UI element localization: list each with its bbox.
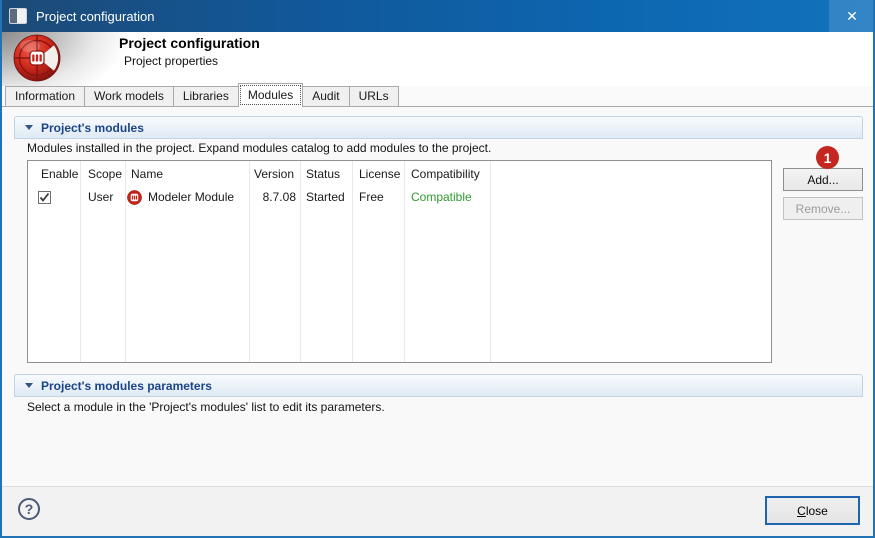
parameters-section-title: Project's modules parameters (41, 378, 212, 393)
parameters-section-description: Select a module in the 'Project's module… (27, 400, 385, 414)
collapse-arrow-icon (25, 383, 33, 388)
column-header-enable[interactable]: Enable (28, 167, 80, 181)
tab-audit[interactable]: Audit (302, 86, 350, 106)
cell-license: Free (359, 190, 384, 204)
cell-version: 8.7.08 (262, 190, 296, 204)
annotation-badge-1: 1 (816, 146, 839, 169)
close-button-mnemonic: C (797, 503, 806, 518)
column-header-version[interactable]: Version (250, 167, 301, 181)
column-header-compatibility[interactable]: Compatibility (405, 167, 491, 181)
dialog-footer: ? Close (2, 486, 873, 536)
page-title: Project configuration (119, 35, 260, 51)
window-title: Project configuration (36, 8, 155, 24)
column-header-license[interactable]: License (353, 167, 405, 181)
tab-urls[interactable]: URLs (348, 86, 399, 106)
table-header-row: Enable Scope Name Version Status License… (28, 161, 771, 186)
project-configuration-dialog: Project configuration ✕ Project configur… (0, 0, 875, 538)
column-header-name[interactable]: Name (125, 167, 250, 181)
cell-status: Started (306, 190, 345, 204)
tab-libraries[interactable]: Libraries (172, 86, 239, 106)
cell-compatibility: Compatible (411, 190, 472, 204)
column-header-status[interactable]: Status (301, 167, 353, 181)
column-header-scope[interactable]: Scope (80, 167, 125, 181)
close-icon[interactable]: ✕ (829, 0, 873, 32)
app-window-icon (9, 8, 27, 24)
close-button[interactable]: Close (765, 496, 860, 525)
table-row-modeler-module[interactable]: User Modeler Module 8.7.08 Started Free … (28, 186, 771, 208)
tab-modules[interactable]: Modules (237, 83, 304, 107)
modules-section-header[interactable]: Project's modules (14, 116, 863, 139)
modules-table[interactable]: Enable Scope Name Version Status License… (27, 160, 772, 363)
module-icon (127, 189, 142, 205)
tab-information[interactable]: Information (5, 86, 86, 106)
tab-content-modules: Project's modules Modules installed in t… (2, 107, 873, 487)
collapse-arrow-icon (25, 125, 33, 130)
modules-section-description: Modules installed in the project. Expand… (27, 141, 492, 155)
dialog-header: Project configuration Project properties (2, 32, 873, 86)
modelio-logo-icon (13, 34, 61, 82)
modules-section-title: Project's modules (41, 120, 144, 135)
cell-scope: User (88, 190, 114, 204)
page-subtitle: Project properties (124, 54, 219, 68)
help-icon[interactable]: ? (18, 498, 40, 520)
cell-name: Modeler Module (125, 189, 250, 205)
tab-work-models[interactable]: Work models (84, 86, 174, 106)
enable-checkbox-checked[interactable] (38, 190, 51, 204)
tab-bar: Information Work models Libraries Module… (2, 83, 873, 107)
module-name-label: Modeler Module (148, 190, 235, 204)
add-button[interactable]: Add... (783, 168, 863, 191)
close-button-label-rest: lose (805, 503, 828, 518)
parameters-section-header[interactable]: Project's modules parameters (14, 374, 863, 397)
remove-button[interactable]: Remove... (783, 197, 863, 220)
title-bar: Project configuration ✕ (2, 0, 873, 32)
